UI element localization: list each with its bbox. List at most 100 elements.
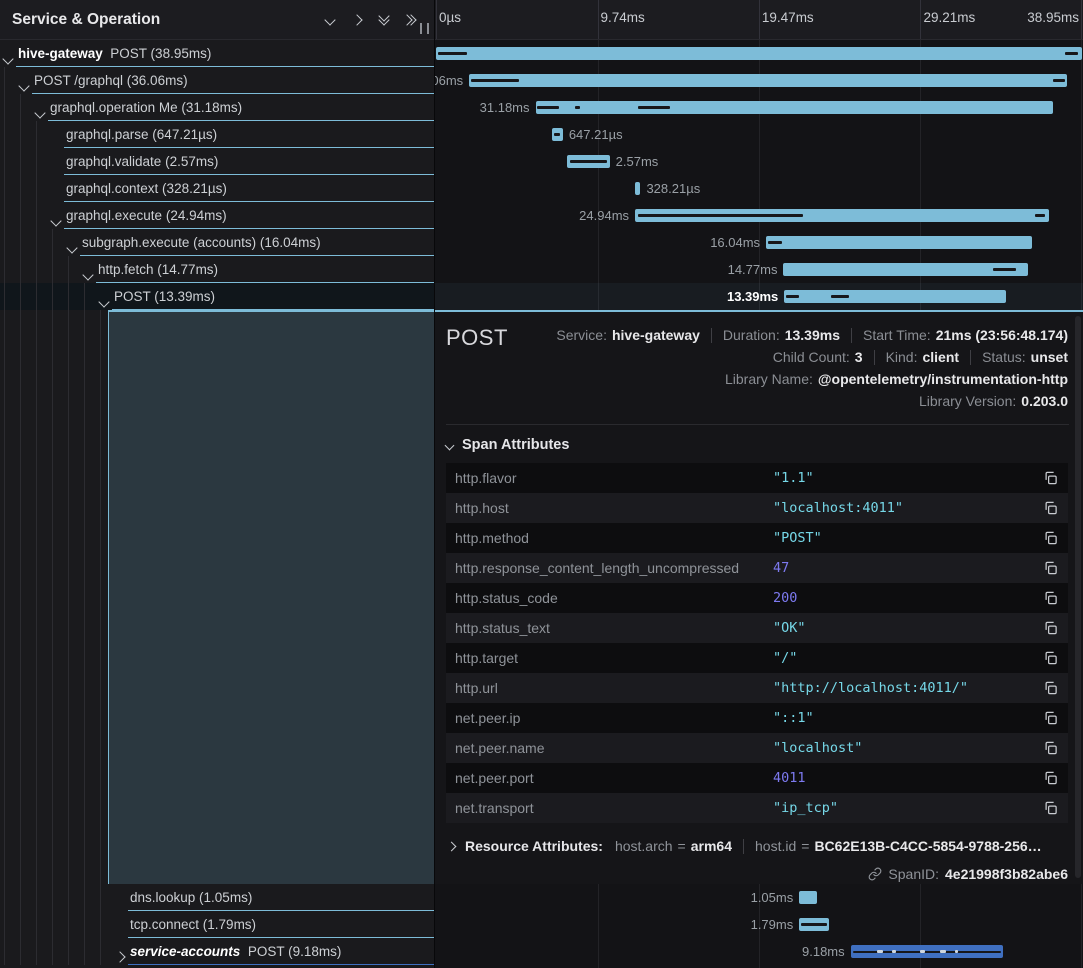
- span-bar-row[interactable]: 1.79ms: [435, 911, 1083, 938]
- span-duration-bar[interactable]: [783, 263, 1028, 276]
- span-tree-row[interactable]: http.fetch (14.77ms): [0, 256, 434, 283]
- indent-guide-line: [20, 121, 21, 148]
- detail-scrollbar[interactable]: [1075, 316, 1081, 878]
- span-tree-row[interactable]: subgraph.execute (accounts) (16.04ms): [0, 229, 434, 256]
- span-tree-row[interactable]: graphql.execute (24.94ms): [0, 202, 434, 229]
- span-tree-row[interactable]: POST (13.39ms): [0, 283, 434, 310]
- copy-icon[interactable]: [1042, 530, 1058, 546]
- span-attributes-toggle[interactable]: Span Attributes: [446, 437, 569, 453]
- attribute-row[interactable]: http.target"/": [446, 643, 1068, 673]
- attribute-row[interactable]: http.status_code200: [446, 583, 1068, 613]
- span-duration-bar[interactable]: [766, 236, 1032, 249]
- span-tree-row[interactable]: graphql.context (328.21µs): [0, 175, 434, 202]
- span-duration-bar[interactable]: [635, 209, 1049, 222]
- span-duration-bar[interactable]: [784, 290, 1006, 303]
- expand-collapse-chevron-right-icon[interactable]: [116, 948, 124, 966]
- span-duration-bar[interactable]: [436, 47, 1082, 60]
- copy-icon[interactable]: [1042, 650, 1058, 666]
- span-bar-row[interactable]: 38.95ms: [435, 40, 1083, 67]
- divider-grip-icon[interactable]: [420, 23, 429, 34]
- attribute-row[interactable]: http.host"localhost:4011": [446, 493, 1068, 523]
- copy-icon[interactable]: [1042, 620, 1058, 636]
- span-duration-bar[interactable]: [536, 101, 1053, 114]
- span-name-label: dns.lookup (1.05ms): [130, 890, 252, 905]
- expand-collapse-chevron-down-icon[interactable]: [36, 104, 44, 122]
- child-span-mark: [471, 79, 519, 82]
- copy-icon[interactable]: [1042, 800, 1058, 816]
- attribute-row[interactable]: net.peer.port4011: [446, 763, 1068, 793]
- attribute-row[interactable]: http.status_text"OK": [446, 613, 1068, 643]
- expand-collapse-chevron-down-icon[interactable]: [68, 239, 76, 257]
- expand-collapse-chevron-down-icon[interactable]: [52, 212, 60, 230]
- span-duration-bar[interactable]: [552, 128, 563, 141]
- attribute-row[interactable]: net.peer.name"localhost": [446, 733, 1068, 763]
- copy-icon[interactable]: [1042, 500, 1058, 516]
- meta-divider: [711, 328, 712, 343]
- span-bar-row[interactable]: 16.04ms: [435, 229, 1083, 256]
- span-duration-bar[interactable]: [469, 74, 1067, 87]
- ruler-tick-line: [436, 0, 437, 39]
- span-name-label: http.fetch (14.77ms): [98, 262, 218, 277]
- span-name-label: hive-gateway POST (38.95ms): [18, 46, 211, 61]
- indent-guide-line: [36, 911, 37, 938]
- span-bar-row[interactable]: 9.18ms: [435, 938, 1083, 965]
- span-tree-row[interactable]: dns.lookup (1.05ms): [0, 884, 434, 911]
- span-tree-row[interactable]: tcp.connect (1.79ms): [0, 911, 434, 938]
- span-duration-label: 328.21µs: [646, 181, 700, 196]
- span-duration-bar[interactable]: [851, 945, 1003, 958]
- span-duration-label: 2.57ms: [616, 154, 659, 169]
- expand-collapse-chevron-down-icon[interactable]: [20, 77, 28, 95]
- span-duration-bar[interactable]: [799, 918, 829, 931]
- span-tree-row[interactable]: graphql.parse (647.21µs): [0, 121, 434, 148]
- chevrons-down-icon[interactable]: [370, 7, 397, 33]
- indent-guide-line: [4, 256, 5, 283]
- chevron-down-icon[interactable]: [316, 7, 343, 33]
- expand-collapse-chevron-down-icon[interactable]: [4, 50, 12, 68]
- resource-divider: [743, 839, 744, 854]
- span-bar-row[interactable]: 31.18ms: [435, 94, 1083, 121]
- span-duration-bar[interactable]: [567, 155, 610, 168]
- indent-guide-line: [100, 884, 101, 911]
- attribute-row[interactable]: http.flavor"1.1": [446, 463, 1068, 493]
- span-tree-row[interactable]: graphql.validate (2.57ms): [0, 148, 434, 175]
- copy-icon[interactable]: [1042, 470, 1058, 486]
- span-bar-row[interactable]: 13.39ms: [435, 283, 1083, 310]
- expand-collapse-chevron-down-icon[interactable]: [84, 266, 92, 284]
- attribute-row[interactable]: http.url"http://localhost:4011/": [446, 673, 1068, 703]
- span-duration-bar[interactable]: [799, 891, 816, 904]
- attribute-row[interactable]: http.method"POST": [446, 523, 1068, 553]
- indent-guide-line: [84, 938, 85, 965]
- attribute-row[interactable]: http.response_content_length_uncompresse…: [446, 553, 1068, 583]
- chevron-right-icon[interactable]: [343, 7, 370, 33]
- attribute-row[interactable]: net.peer.ip"::1": [446, 703, 1068, 733]
- span-bar-row[interactable]: 1.05ms: [435, 884, 1083, 911]
- attribute-row[interactable]: net.transport"ip_tcp": [446, 793, 1068, 823]
- span-duration-label: 16.04ms: [710, 235, 760, 250]
- span-tree-row[interactable]: POST /graphql (36.06ms): [0, 67, 434, 94]
- span-duration-label: 14.77ms: [728, 262, 778, 277]
- span-bar-row[interactable]: 24.94ms: [435, 202, 1083, 229]
- resource-attributes-toggle[interactable]: Resource Attributes: host.arch=arm64host…: [446, 838, 1042, 854]
- span-bar-row[interactable]: 328.21µs: [435, 175, 1083, 202]
- attribute-value: "::1": [773, 710, 814, 726]
- expand-collapse-chevron-down-icon[interactable]: [100, 293, 108, 311]
- copy-icon[interactable]: [1042, 590, 1058, 606]
- span-tree-row[interactable]: service-accounts POST (9.18ms): [0, 938, 434, 965]
- span-tree-row[interactable]: hive-gateway POST (38.95ms): [0, 40, 434, 67]
- span-bar-row[interactable]: 647.21µs: [435, 121, 1083, 148]
- indent-guide-line: [100, 911, 101, 938]
- copy-icon[interactable]: [1042, 560, 1058, 576]
- indent-guide-line: [4, 148, 5, 175]
- copy-icon[interactable]: [1042, 710, 1058, 726]
- span-bar-row[interactable]: 14.77ms: [435, 256, 1083, 283]
- span-bar-row[interactable]: 2.57ms: [435, 148, 1083, 175]
- attribute-value: 47: [773, 560, 789, 576]
- span-duration-bar[interactable]: [635, 182, 640, 195]
- span-tree-row[interactable]: graphql.operation Me (31.18ms): [0, 94, 434, 121]
- span-bar-row[interactable]: 36.06ms: [435, 67, 1083, 94]
- resource-attributes-pairs: host.arch=arm64host.id=BC62E13B-C4CC-585…: [615, 838, 1042, 854]
- copy-icon[interactable]: [1042, 680, 1058, 696]
- copy-icon[interactable]: [1042, 740, 1058, 756]
- copy-icon[interactable]: [1042, 770, 1058, 786]
- indent-guide-line: [52, 229, 53, 256]
